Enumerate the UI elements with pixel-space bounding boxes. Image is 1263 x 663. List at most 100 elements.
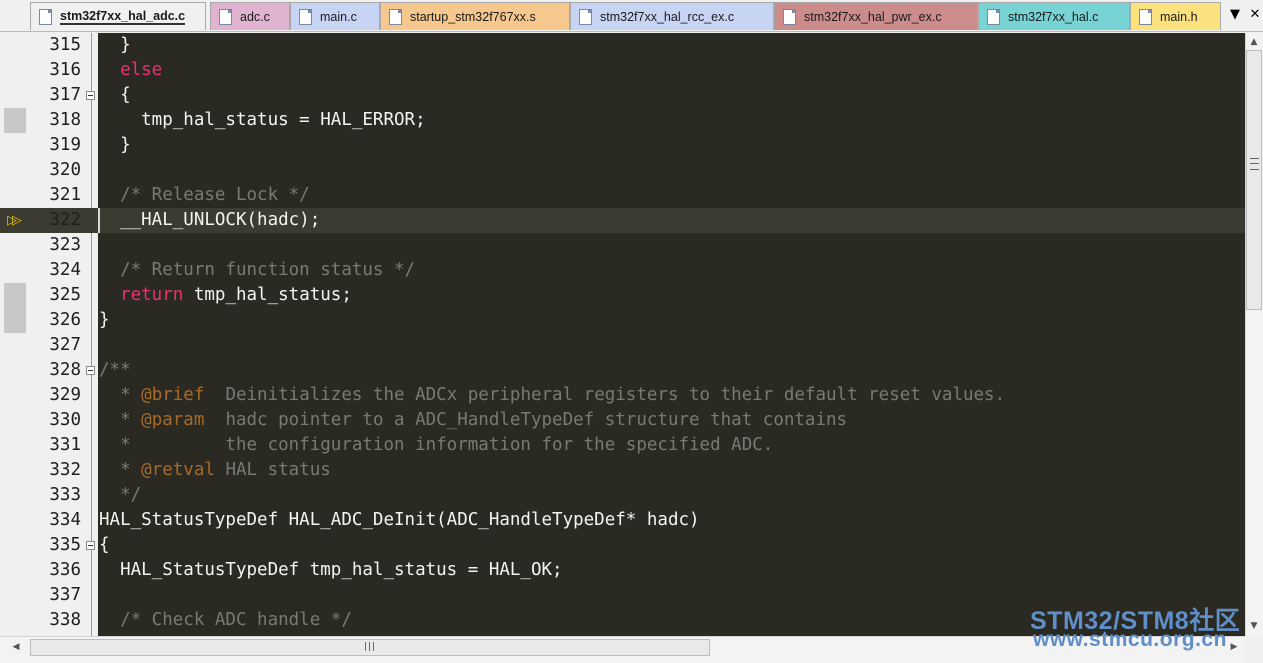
code-line[interactable]: 315 } [0, 33, 1245, 58]
code-token-comment: * the configuration information for the … [99, 435, 774, 455]
code-line[interactable]: 335 { [0, 533, 1245, 558]
tab-stm32f7xx-hal-adc-c[interactable]: stm32f7xx_hal_adc.c [30, 2, 206, 30]
chevron-down-icon[interactable]: ▼ [1227, 5, 1243, 25]
code-token-plain: { [99, 535, 110, 555]
code-text: { [99, 533, 110, 558]
code-line[interactable]: 317 { [0, 83, 1245, 108]
code-token-plain: tmp_hal_status = HAL_ERROR; [99, 110, 426, 130]
code-line[interactable]: 333 */ [0, 483, 1245, 508]
code-line[interactable]: 324 /* Return function status */ [0, 258, 1245, 283]
code-text: */ [99, 483, 141, 508]
code-line[interactable]: 321 /* Release Lock */ [0, 183, 1245, 208]
code-text: { [99, 83, 131, 108]
code-token-keyword: else [99, 60, 163, 80]
code-token-comment: */ [99, 485, 142, 505]
file-icon [389, 8, 402, 25]
grip-icon: ||| [364, 642, 377, 652]
line-number: 331 [49, 435, 81, 455]
code-line[interactable]: 319 } [0, 133, 1245, 158]
code-text: return tmp_hal_status; [99, 283, 352, 308]
tab-stm32f7xx-hal-rcc-ex-c[interactable]: stm32f7xx_hal_rcc_ex.c [570, 2, 774, 30]
code-text: /* Check ADC handle */ [99, 608, 352, 633]
line-number: 319 [49, 135, 81, 155]
tab-stm32f7xx-hal-c[interactable]: stm32f7xx_hal.c [978, 2, 1130, 30]
code-text: * @param hadc pointer to a ADC_HandleTyp… [99, 408, 847, 433]
scroll-down-icon[interactable]: ▼ [1246, 618, 1262, 634]
file-icon [219, 8, 232, 25]
tab-label: startup_stm32f767xx.s [410, 9, 536, 24]
code-token-plain: { [99, 85, 131, 105]
code-token-plain: HAL_StatusTypeDef HAL_ADC_DeInit(ADC_Han… [99, 510, 700, 530]
code-line[interactable]: 325 return tmp_hal_status; [0, 283, 1245, 308]
code-line[interactable]: 330 * @param hadc pointer to a ADC_Handl… [0, 408, 1245, 433]
code-text: HAL_StatusTypeDef tmp_hal_status = HAL_O… [99, 558, 563, 583]
tab-main-c[interactable]: main.c [290, 2, 380, 30]
code-token-plain: __HAL_UNLOCK(hadc); [99, 210, 321, 230]
tab-stm32f7xx-hal-pwr-ex-c[interactable]: stm32f7xx_hal_pwr_ex.c [774, 2, 978, 30]
fold-toggle-icon[interactable] [86, 541, 95, 550]
code-line[interactable]: 336 HAL_StatusTypeDef tmp_hal_status = H… [0, 558, 1245, 583]
code-line[interactable]: 326} [0, 308, 1245, 333]
code-text: /** [99, 358, 131, 383]
code-text: __HAL_UNLOCK(hadc); [99, 208, 320, 233]
code-line[interactable]: 327 [0, 333, 1245, 358]
line-number: 328 [49, 360, 81, 380]
code-text: tmp_hal_status = HAL_ERROR; [99, 108, 426, 133]
line-number: 325 [49, 285, 81, 305]
code-line[interactable]: 328 /** [0, 358, 1245, 383]
code-token-comment: * [99, 385, 142, 405]
code-token-tag: @param [141, 410, 205, 430]
tab-adc-c[interactable]: adc.c [210, 2, 290, 30]
file-icon [987, 8, 1000, 25]
code-editor[interactable]: 315 } 316 else 317 {318 tmp_hal_status = H… [0, 33, 1245, 636]
code-text: * @brief Deinitializes the ADCx peripher… [99, 383, 1005, 408]
code-line[interactable]: 334 HAL_StatusTypeDef HAL_ADC_DeInit(ADC_… [0, 508, 1245, 533]
scrollbar-corner [1245, 636, 1263, 663]
code-line[interactable]: 323 [0, 233, 1245, 258]
tab-bar: stm32f7xx_hal_adc.c adc.c main.c startup_st… [0, 0, 1263, 32]
line-number: 330 [49, 410, 81, 430]
code-line[interactable]: 318 tmp_hal_status = HAL_ERROR; [0, 108, 1245, 133]
file-icon [299, 8, 312, 25]
scroll-left-icon[interactable]: ◀ [8, 639, 24, 655]
vertical-scroll-thumb[interactable] [1246, 50, 1262, 310]
line-number: 318 [49, 110, 81, 130]
code-token-comment: * [99, 410, 142, 430]
code-text: else [99, 58, 162, 83]
fold-toggle-icon[interactable] [86, 91, 95, 100]
code-token-comment: Deinitializes the ADCx peripheral regist… [204, 385, 1006, 405]
code-token-tag: @brief [141, 385, 205, 405]
code-text: * the configuration information for the … [99, 433, 773, 458]
code-coverage-marker[interactable] [4, 308, 26, 333]
fold-toggle-icon[interactable] [86, 366, 95, 375]
code-token-keyword: return [99, 285, 184, 305]
code-line[interactable]: 331 * the configuration information for … [0, 433, 1245, 458]
scroll-up-icon[interactable]: ▲ [1246, 34, 1262, 50]
tab-startup-stm32f767xx-s[interactable]: startup_stm32f767xx.s [380, 2, 570, 30]
grip-icon [1250, 158, 1259, 170]
line-number: 332 [49, 460, 81, 480]
line-number: 336 [49, 560, 81, 580]
code-token-comment: hadc pointer to a ADC_HandleTypeDef stru… [204, 410, 848, 430]
tab-label: stm32f7xx_hal_adc.c [60, 8, 186, 25]
code-token-tag: @retval [141, 460, 215, 480]
watermark-url: www.stmcu.org.cn [1033, 628, 1227, 651]
scroll-right-icon[interactable]: ▶ [1226, 639, 1242, 655]
code-line[interactable]: 332 * @retval HAL status [0, 458, 1245, 483]
code-token-plain: } [99, 135, 131, 155]
code-coverage-marker[interactable] [4, 108, 26, 133]
tab-label: main.h [1160, 9, 1198, 24]
line-number: 316 [49, 60, 81, 80]
code-line[interactable]: 316 else [0, 58, 1245, 83]
code-token-comment: /** [99, 360, 131, 380]
code-text: } [99, 308, 110, 333]
code-line[interactable]: 329 * @brief Deinitializes the ADCx peri… [0, 383, 1245, 408]
code-line[interactable]: 320 [0, 158, 1245, 183]
line-number: 320 [49, 160, 81, 180]
tab-main-h[interactable]: main.h [1130, 2, 1221, 30]
close-icon[interactable]: ✕ [1247, 5, 1263, 25]
code-coverage-marker[interactable] [4, 283, 26, 308]
current-line[interactable]: ▷▷ 322 __HAL_UNLOCK(hadc); [0, 208, 1245, 233]
tab-label: stm32f7xx_hal_rcc_ex.c [600, 9, 735, 24]
line-number: 315 [49, 35, 81, 55]
